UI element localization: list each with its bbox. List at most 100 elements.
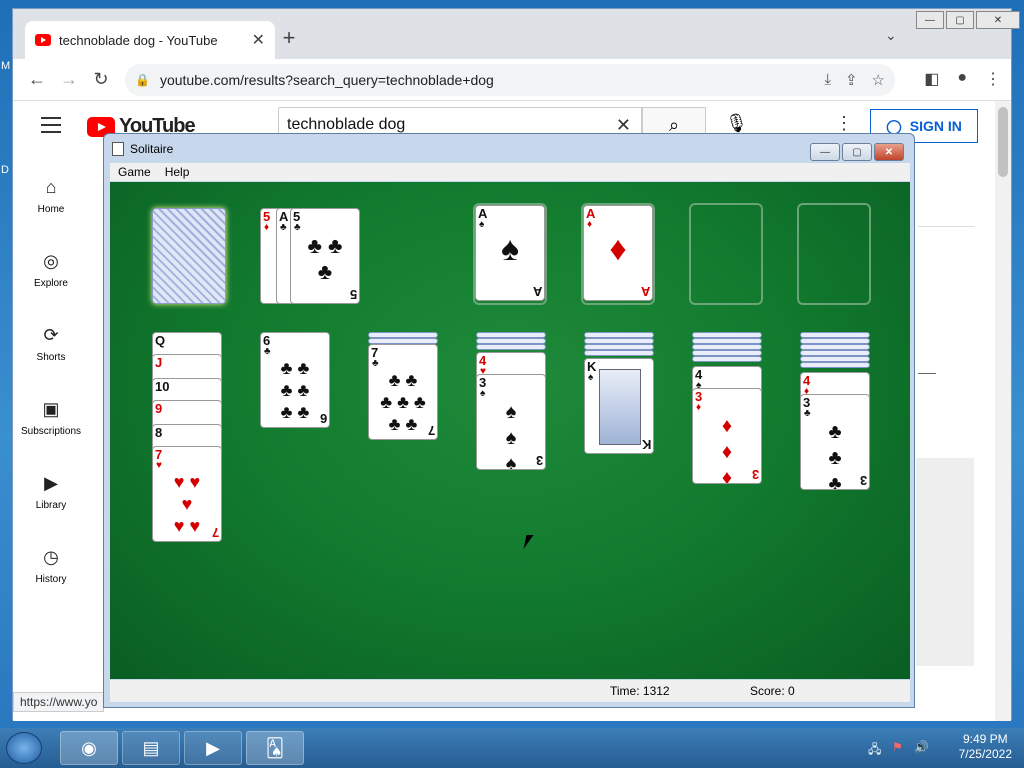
install-icon[interactable]: ⤓ [824, 71, 831, 89]
bookmark-star-icon[interactable]: ☆ [872, 71, 885, 89]
foundation-card[interactable]: A ♠ ♠ A [475, 205, 545, 301]
lock-icon: 🔒 [135, 73, 150, 87]
media-player-icon: ▶ [206, 737, 220, 758]
facedown-card [692, 356, 762, 362]
taskbar-explorer-button[interactable]: ▤ [122, 731, 180, 765]
home-icon: ⌂ [45, 177, 57, 197]
reload-button[interactable]: ↻ [85, 69, 117, 90]
desktop-text-fragment: M [1, 60, 11, 72]
voice-search-mic-icon[interactable]: 🎙 [725, 113, 748, 134]
url-text: youtube.com/results?search_query=technob… [159, 72, 494, 88]
page-scrollbar[interactable] [995, 101, 1011, 721]
maximize-button[interactable]: ▢ [842, 143, 872, 161]
share-icon[interactable]: ⇪ [845, 71, 858, 89]
tab-search-chevron-icon[interactable]: ⌄ [885, 27, 897, 44]
start-button[interactable] [6, 732, 42, 764]
tab-youtube[interactable]: technoblade dog - YouTube ✕ [25, 21, 275, 59]
facedown-card [584, 350, 654, 356]
status-url-bar: https://www.yo [13, 692, 105, 712]
sidebar-label: History [35, 574, 67, 585]
tableau-card[interactable]: 7 ♥ ♥ ♥ ♥ ♥ ♥ 7 [152, 446, 222, 542]
facedown-card [800, 362, 870, 368]
time-display: Time: 1312 [610, 684, 670, 698]
score-display: Score: 0 [750, 684, 795, 698]
solitaire-window-controls: — ▢ ✕ [810, 143, 904, 161]
volume-icon[interactable]: 🔊 [914, 740, 929, 754]
divider [918, 373, 936, 374]
foundation-slot[interactable] [689, 203, 763, 305]
network-icon[interactable]: 🖧 [868, 740, 881, 761]
library-icon: ▶ [44, 473, 58, 493]
profile-avatar-icon[interactable]: ● [957, 69, 967, 89]
subscriptions-icon: ▣ [42, 399, 60, 419]
side-panel-icon[interactable]: ◧ [924, 69, 939, 89]
video-thumbnail[interactable] [916, 458, 974, 666]
tableau-card[interactable]: 6 ♣ ♣ ♣ ♣ ♣ ♣ ♣ 6 [260, 332, 330, 428]
solitaire-statusbar: Time: 1312 Score: 0 [110, 680, 910, 702]
stock-pile[interactable] [152, 208, 226, 304]
window-controls: — ▢ ✕ [916, 11, 1020, 29]
solitaire-menubar: Game Help [110, 163, 910, 181]
compass-icon: ◎ [43, 251, 59, 271]
new-tab-button[interactable]: + [275, 25, 303, 51]
browser-toolbar: ← → ↻ 🔒 youtube.com/results?search_query… [13, 59, 1011, 101]
clock[interactable]: 9:49 PM 7/25/2022 [959, 732, 1012, 762]
solitaire-app-icon [112, 142, 124, 156]
sidebar-label: Home [37, 204, 65, 215]
minimize-button[interactable]: — [916, 11, 944, 29]
history-icon: ◷ [43, 547, 59, 567]
taskbar: ◉ ▤ ▶ 🂡 🖧 ⚑ 🔊 9:49 PM 7/25/2022 [0, 728, 1024, 768]
chrome-icon: ◉ [81, 737, 97, 758]
account-icon: ◯ [886, 117, 902, 134]
sidebar-label: Shorts [36, 352, 66, 363]
close-button[interactable]: ✕ [874, 143, 904, 161]
menu-kebab-icon[interactable]: ⋮ [985, 69, 1001, 89]
scrollbar-thumb[interactable] [998, 107, 1008, 177]
youtube-favicon-icon [35, 34, 51, 46]
tableau-card[interactable]: 3 ♦ ♦ ♦ ♦ 3 [692, 388, 762, 484]
foundation-slot[interactable] [797, 203, 871, 305]
tab-title: technoblade dog - YouTube [59, 32, 218, 48]
search-value: technoblade dog [287, 116, 406, 133]
tableau-card[interactable]: 7 ♣ ♣ ♣ ♣ ♣ ♣ ♣ ♣ 7 [368, 344, 438, 440]
sidebar-item-subscriptions[interactable]: ▣ Subscriptions [13, 399, 89, 437]
divider [918, 226, 975, 227]
game-table[interactable]: 5 ♦ A ♣ 5 ♣ ♣ ♣ ♣ 5 A ♠ ♠ A A ♦ ♦ A Q J 10 9 8 7 ♥ ♥ ♥… [110, 182, 910, 679]
tableau-card[interactable]: 3 ♣ ♣ ♣ ♣ 3 [800, 394, 870, 490]
settings-kebab-icon[interactable]: ⋮ [835, 113, 853, 134]
solitaire-window: Solitaire — ▢ ✕ Game Help 5 ♦ A ♣ 5 ♣ ♣ ♣ ♣ 5 … [103, 133, 915, 708]
menu-help[interactable]: Help [165, 165, 190, 179]
maximize-button[interactable]: ▢ [946, 11, 974, 29]
clock-date: 7/25/2022 [958, 747, 1012, 761]
sidebar-label: Library [35, 500, 67, 511]
back-button[interactable]: ← [21, 69, 53, 90]
tableau-card[interactable]: 3 ♠ ♠ ♠ ♠ 3 [476, 374, 546, 470]
menu-game[interactable]: Game [118, 165, 151, 179]
waste-card[interactable]: 5 ♣ ♣ ♣ ♣ 5 [290, 208, 360, 304]
close-tab-icon[interactable]: ✕ [252, 30, 265, 50]
sidebar-label: Explore [34, 278, 68, 289]
hamburger-menu-icon[interactable] [41, 117, 61, 138]
solitaire-title: Solitaire [130, 142, 174, 156]
shorts-icon: ⟳ [43, 325, 59, 345]
facedown-card [476, 344, 546, 350]
foundation-card[interactable]: A ♦ ♦ A [583, 205, 653, 301]
solitaire-titlebar: Solitaire [112, 142, 173, 156]
close-window-button[interactable]: ✕ [976, 11, 1020, 29]
forward-button[interactable]: → [53, 69, 85, 90]
desktop-text-fragment: D [1, 164, 9, 176]
sidebar-item-history[interactable]: ◷ History [13, 547, 89, 585]
sidebar-item-shorts[interactable]: ⟳ Shorts [13, 325, 89, 363]
taskbar-chrome-button[interactable]: ◉ [60, 731, 118, 765]
tableau-card[interactable]: K ♠ K [584, 358, 654, 454]
sidebar-item-home[interactable]: ⌂ Home [13, 177, 89, 215]
taskbar-media-player-button[interactable]: ▶ [184, 731, 242, 765]
taskbar-solitaire-button[interactable]: 🂡 [246, 731, 304, 765]
address-bar[interactable]: 🔒 youtube.com/results?search_query=techn… [125, 64, 895, 96]
solitaire-icon: 🂡 [265, 737, 285, 758]
sidebar-item-explore[interactable]: ◎ Explore [13, 251, 89, 289]
minimize-button[interactable]: — [810, 143, 840, 161]
action-center-flag-icon[interactable]: ⚑ [892, 740, 903, 754]
tab-strip: technoblade dog - YouTube ✕ + ⌄ — ▢ ✕ [13, 9, 1020, 59]
sidebar-item-library[interactable]: ▶ Library [13, 473, 89, 511]
